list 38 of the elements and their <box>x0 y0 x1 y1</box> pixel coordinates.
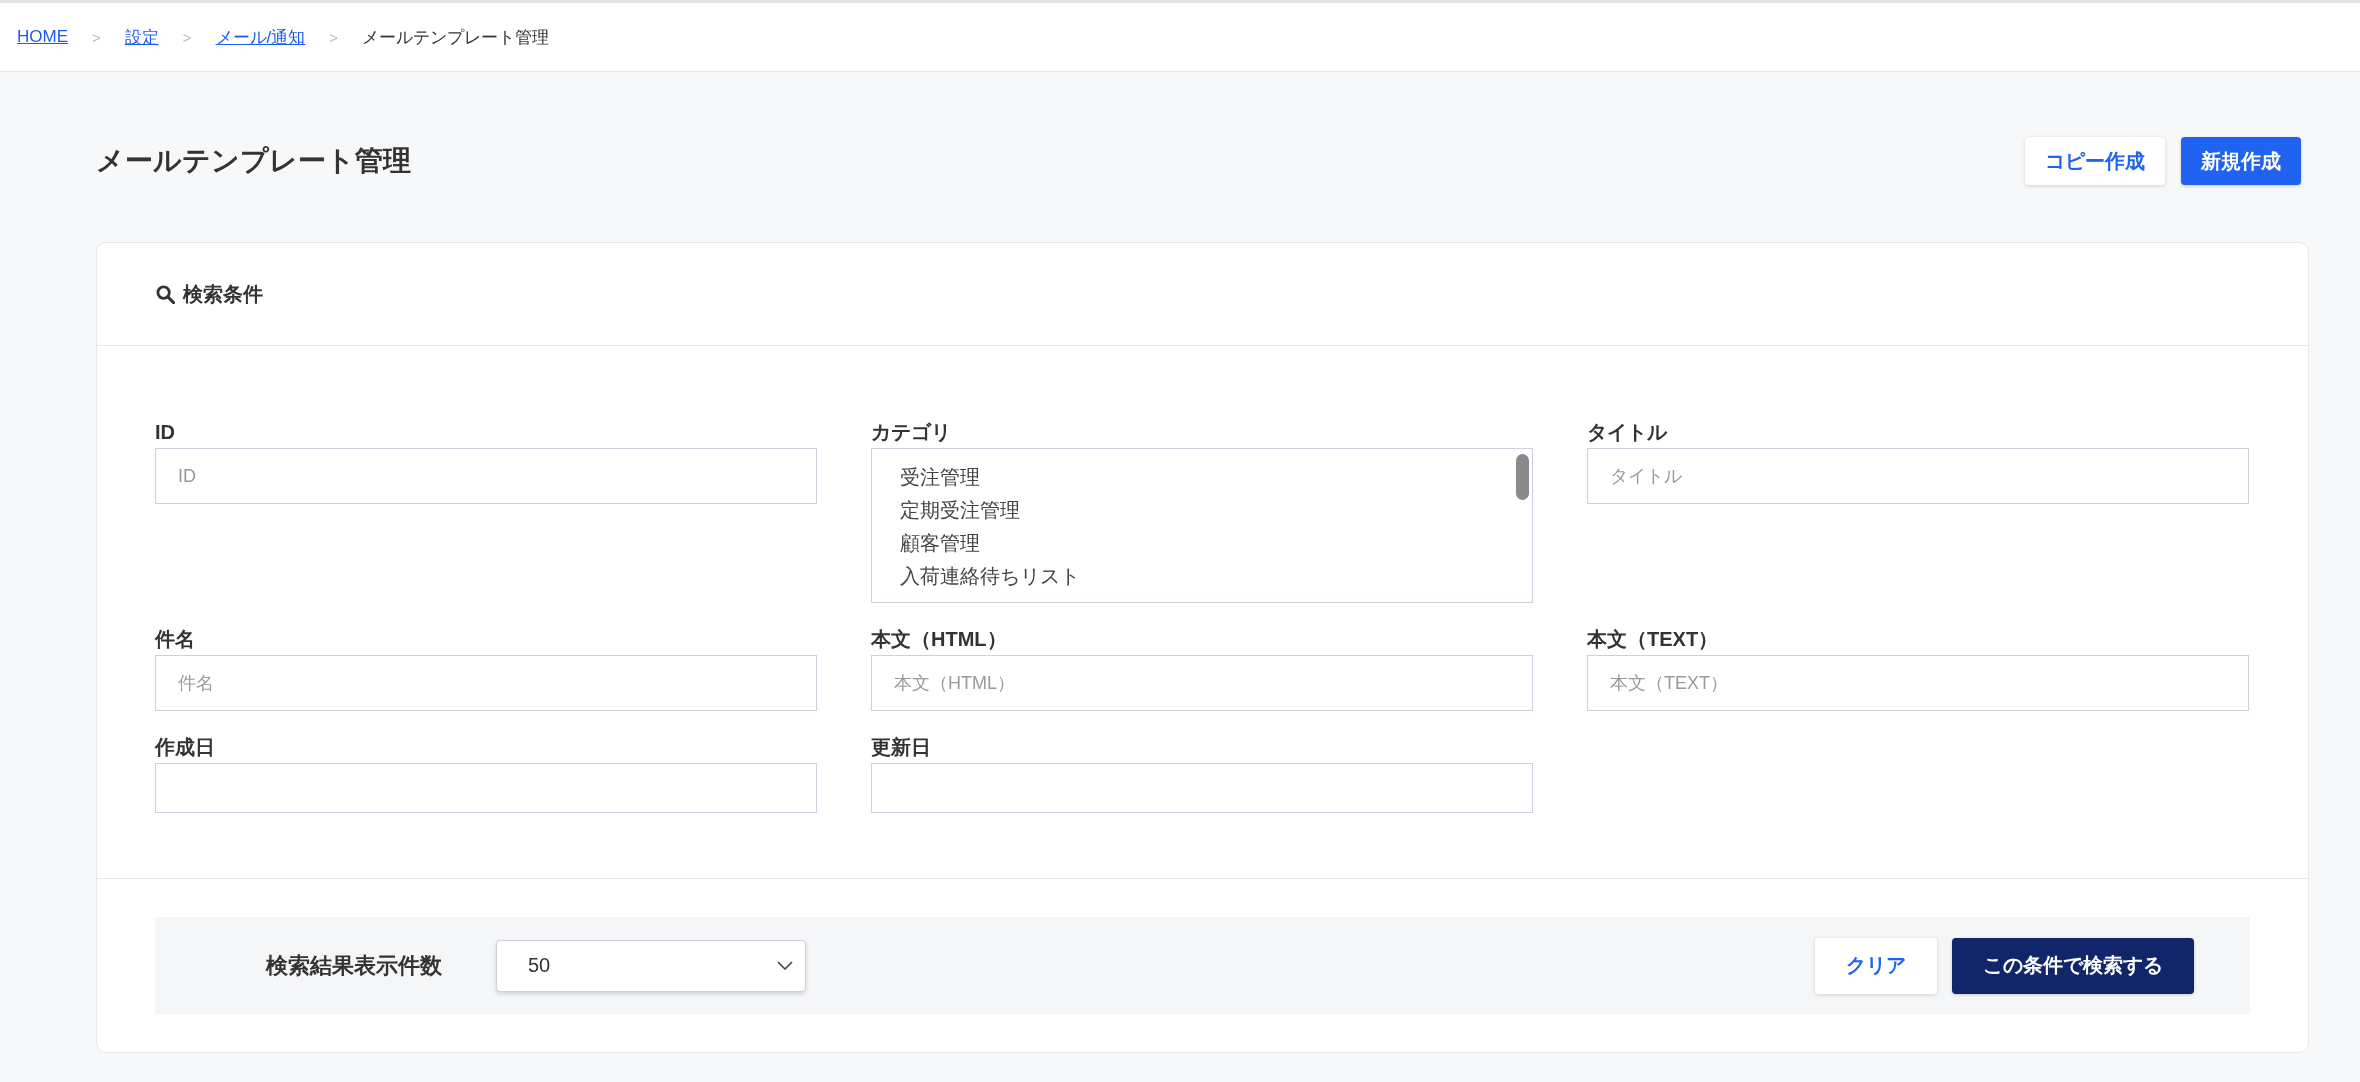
breadcrumb-link[interactable]: メール/通知 <box>215 25 306 49</box>
breadcrumb-separator: > <box>329 28 339 46</box>
listbox-option[interactable]: 定期受注管理 <box>900 494 1020 527</box>
field-label: タイトル <box>1587 420 1667 444</box>
input-field[interactable]: ID <box>155 448 817 504</box>
input-field[interactable]: タイトル <box>1587 448 2249 504</box>
field-label: 作成日 <box>155 735 215 759</box>
search-icon <box>156 284 175 304</box>
date-field[interactable] <box>871 763 1533 813</box>
breadcrumb-link[interactable]: 設定 <box>124 25 159 49</box>
field-label: 件名 <box>155 627 195 651</box>
search-button[interactable]: この条件で検索する <box>1952 937 2194 994</box>
breadcrumb-link[interactable]: HOME <box>17 27 68 47</box>
chevron-down-icon <box>777 961 793 970</box>
field-label: 更新日 <box>871 735 931 759</box>
create-button[interactable]: 新規作成 <box>2181 137 2301 185</box>
page-size-select[interactable]: 50 <box>496 939 806 992</box>
listbox-option[interactable]: 入荷連絡待ちリスト <box>900 560 1080 593</box>
listbox-option[interactable]: 顧客管理 <box>900 527 980 560</box>
clear-button[interactable]: クリア <box>1815 937 1937 994</box>
field-label: 本文（HTML） <box>871 627 1007 651</box>
input-field[interactable]: 本文（HTML） <box>871 655 1533 711</box>
field-label: カテゴリ <box>871 420 951 444</box>
field-label: 本文（TEXT） <box>1587 627 1719 651</box>
breadcrumb-separator: > <box>92 28 101 46</box>
field-label: ID <box>155 420 175 444</box>
card-title: 検索条件 <box>183 281 263 307</box>
breadcrumb-current: メールテンプレート管理 <box>362 26 550 49</box>
page-size-label: 検索結果表示件数 <box>266 951 442 980</box>
category-listbox[interactable]: 受注管理 定期受注管理 顧客管理 入荷連絡待ちリスト <box>871 448 1533 603</box>
input-field[interactable]: 件名 <box>155 655 817 711</box>
copy-button[interactable]: コピー作成 <box>2025 137 2165 185</box>
page-title: メールテンプレート管理 <box>96 144 411 178</box>
scrollbar-thumb[interactable] <box>1516 454 1529 500</box>
date-field[interactable] <box>155 763 817 813</box>
input-field[interactable]: 本文（TEXT） <box>1587 655 2249 711</box>
listbox-option[interactable]: 受注管理 <box>900 461 980 494</box>
breadcrumb-separator: > <box>182 28 192 46</box>
